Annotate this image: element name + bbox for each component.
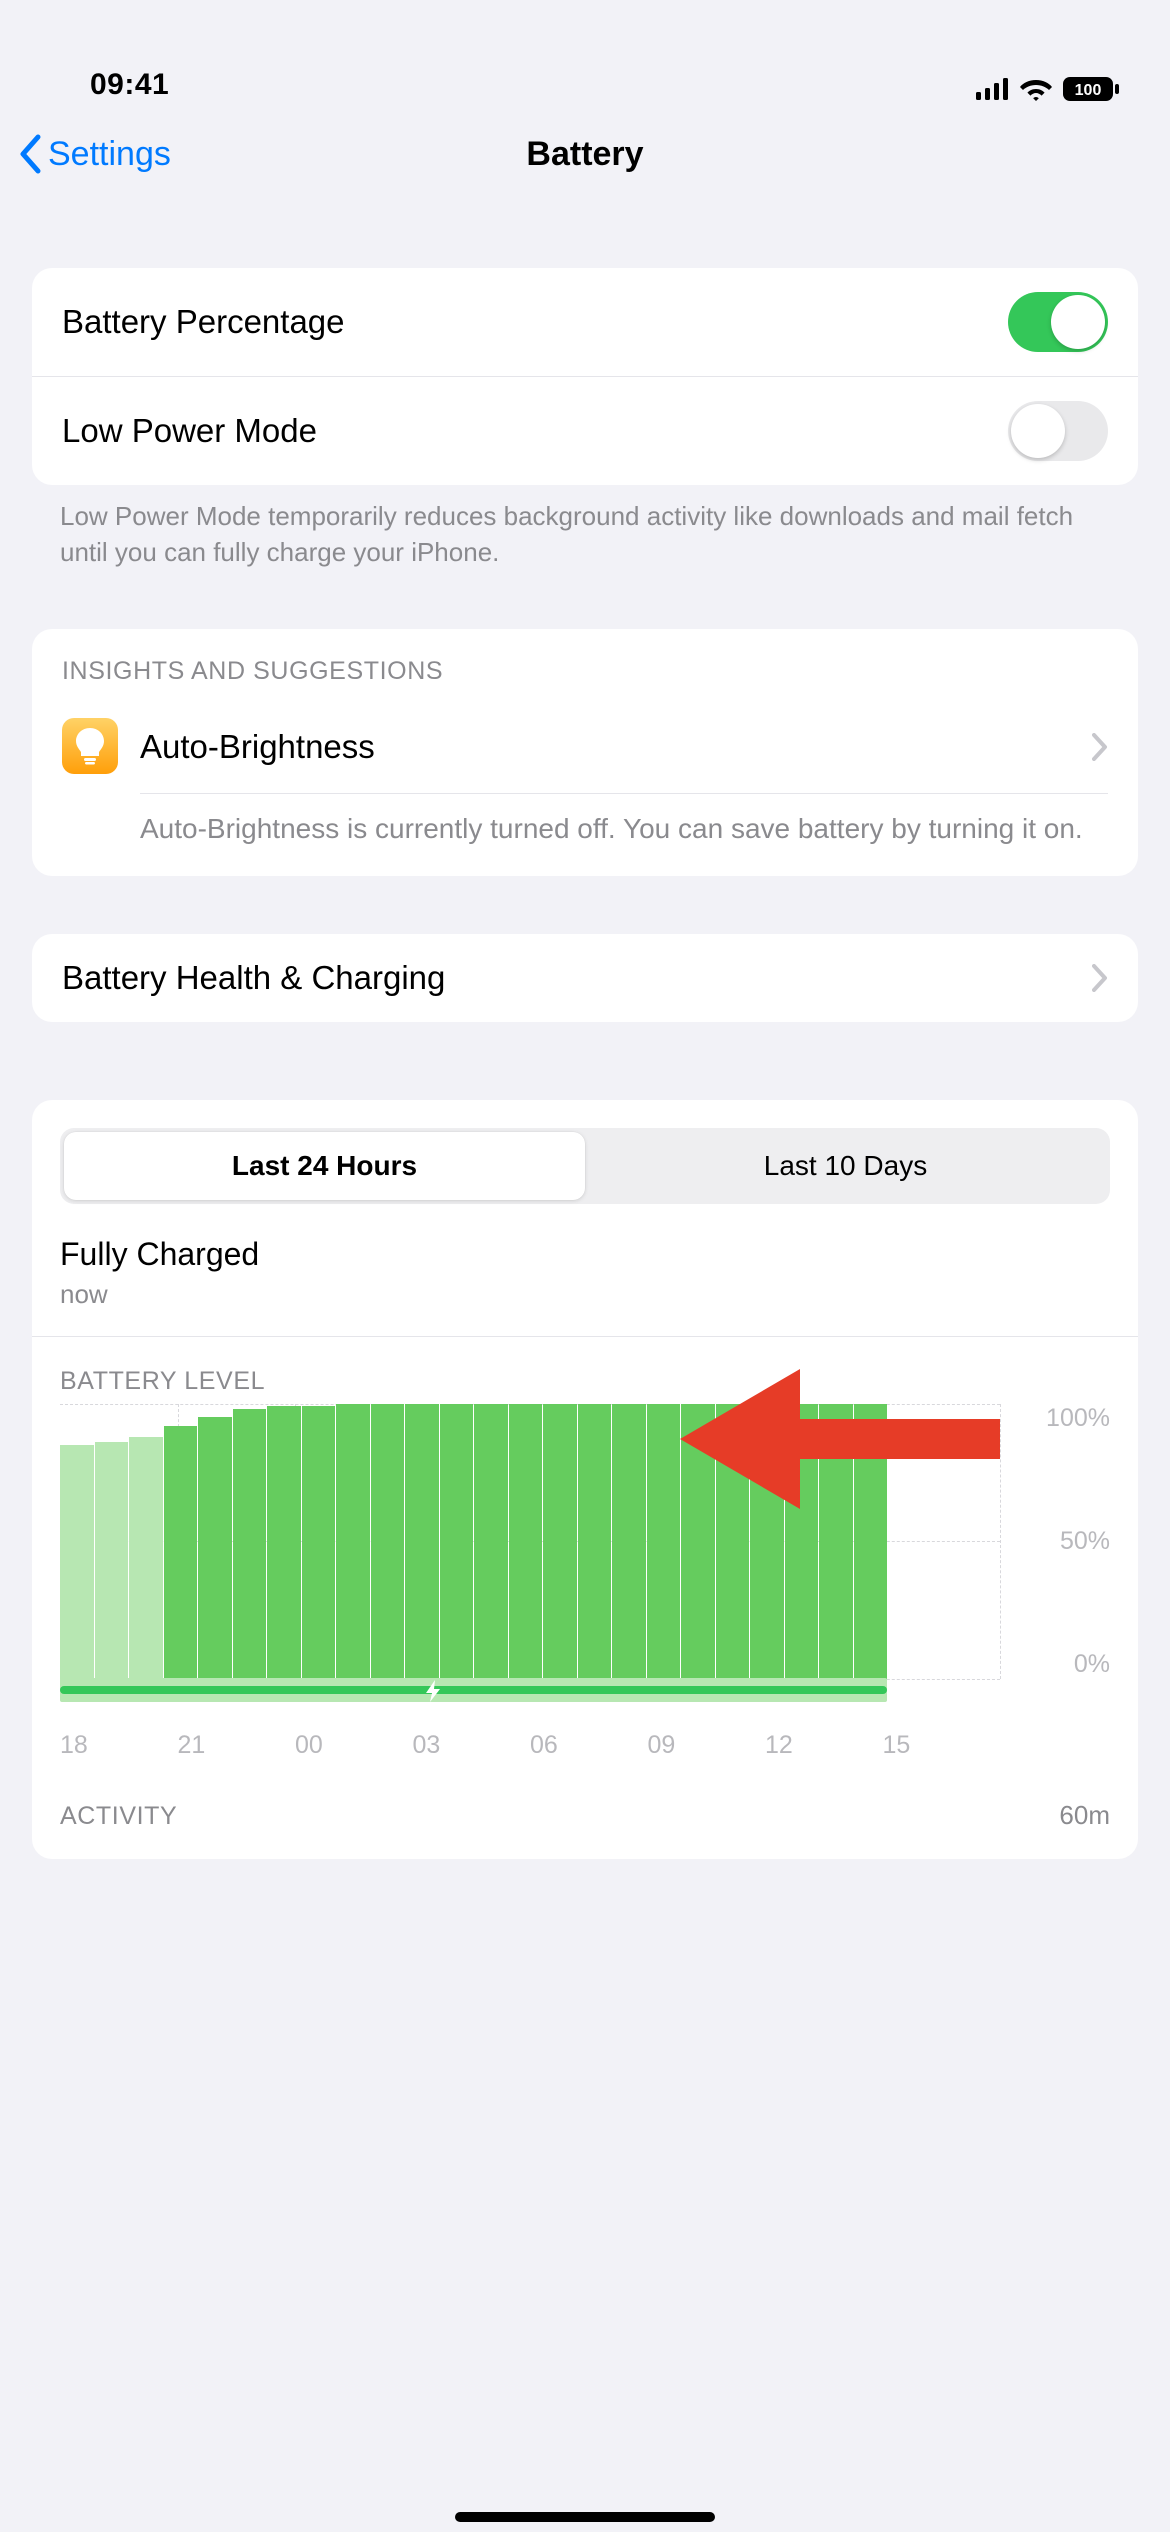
x-tick: 00 <box>295 1731 413 1760</box>
battery-level-chart: 1821000306091215 100% 50% 0% <box>60 1404 1110 1714</box>
battery-level-label: BATTERY LEVEL <box>60 1367 1110 1396</box>
auto-brightness-desc: Auto-Brightness is currently turned off.… <box>140 793 1108 876</box>
chart-bar <box>681 1404 715 1679</box>
x-tick: 15 <box>883 1731 1001 1760</box>
back-label: Settings <box>48 135 171 174</box>
home-indicator <box>455 2512 715 2522</box>
chart-bar <box>785 1404 819 1679</box>
chart-bar <box>819 1404 853 1679</box>
low-power-mode-label: Low Power Mode <box>62 412 1008 450</box>
tab-last-24h[interactable]: Last 24 Hours <box>64 1132 585 1200</box>
lightbulb-icon <box>62 718 118 774</box>
chart-bar <box>95 1442 129 1679</box>
chart-bar <box>716 1404 750 1679</box>
chart-bar <box>474 1404 508 1679</box>
back-button[interactable]: Settings <box>18 134 171 174</box>
x-tick: 12 <box>765 1731 883 1760</box>
battery-percentage-row[interactable]: Battery Percentage <box>32 268 1138 376</box>
chart-bar <box>60 1445 94 1679</box>
chart-bar <box>543 1404 577 1679</box>
chart-bar <box>750 1404 784 1679</box>
x-tick: 09 <box>648 1731 766 1760</box>
ylabel-50: 50% <box>1060 1527 1110 1556</box>
chart-bar <box>509 1404 543 1679</box>
low-power-mode-toggle[interactable] <box>1008 401 1108 461</box>
page-title: Battery <box>0 135 1170 174</box>
charging-strip <box>60 1678 887 1702</box>
divider <box>32 1336 1138 1337</box>
wifi-icon <box>1020 77 1052 101</box>
chevron-right-icon <box>1092 733 1108 761</box>
status-bar: 09:41 100 <box>0 0 1170 110</box>
x-tick: 06 <box>530 1731 648 1760</box>
battery-health-group: Battery Health & Charging <box>32 934 1138 1022</box>
low-power-mode-row[interactable]: Low Power Mode <box>32 376 1138 485</box>
chart-bar <box>164 1426 198 1679</box>
auto-brightness-title: Auto-Brightness <box>140 728 1092 766</box>
charge-status-sub: now <box>60 1279 1110 1310</box>
chart-bar <box>198 1417 232 1678</box>
cellular-icon <box>976 78 1010 100</box>
status-icons: 100 <box>976 76 1120 102</box>
chart-bar <box>371 1404 405 1679</box>
chart-bar <box>612 1404 646 1679</box>
nav-bar: Settings Battery <box>0 110 1170 198</box>
time-range-segmented[interactable]: Last 24 Hours Last 10 Days <box>60 1128 1110 1204</box>
insights-header: Insights and Suggestions <box>32 629 1138 696</box>
chart-bar <box>302 1406 336 1678</box>
tab-last-10d[interactable]: Last 10 Days <box>585 1132 1106 1200</box>
chart-bar <box>405 1404 439 1679</box>
usage-card: Last 24 Hours Last 10 Days Fully Charged… <box>32 1100 1138 1859</box>
chart-bar <box>854 1404 888 1679</box>
y-axis-labels: 100% 50% 0% <box>1000 1404 1110 1714</box>
x-tick: 21 <box>178 1731 296 1760</box>
chevron-right-icon <box>1092 964 1108 992</box>
activity-max-label: 60m <box>1059 1800 1110 1831</box>
status-time: 09:41 <box>50 68 169 102</box>
ylabel-0: 0% <box>1074 1650 1110 1679</box>
chevron-left-icon <box>18 134 42 174</box>
battery-percentage-label: Battery Percentage <box>62 303 1008 341</box>
chart-bar <box>233 1409 267 1679</box>
charge-status-title: Fully Charged <box>60 1236 1110 1273</box>
bolt-icon <box>424 1680 444 1702</box>
chart-bar <box>440 1404 474 1679</box>
chart-bar <box>336 1404 370 1679</box>
ylabel-100: 100% <box>1046 1404 1110 1433</box>
battery-health-label: Battery Health & Charging <box>62 959 1092 997</box>
battery-health-row[interactable]: Battery Health & Charging <box>32 934 1138 1022</box>
x-tick: 03 <box>413 1731 531 1760</box>
low-power-mode-footer: Low Power Mode temporarily reduces backg… <box>60 499 1110 571</box>
x-tick: 18 <box>60 1731 178 1760</box>
chart-bar <box>647 1404 681 1679</box>
chart-bar <box>267 1406 301 1678</box>
activity-label: ACTIVITY <box>60 1802 177 1831</box>
battery-percentage-toggle[interactable] <box>1008 292 1108 352</box>
svg-text:100: 100 <box>1075 82 1102 99</box>
power-settings-group: Battery Percentage Low Power Mode <box>32 268 1138 485</box>
battery-icon: 100 <box>1062 76 1120 102</box>
chart-bar <box>129 1437 163 1679</box>
chart-bar <box>578 1404 612 1679</box>
auto-brightness-row[interactable]: Auto-Brightness Auto-Brightness is curre… <box>32 696 1138 876</box>
insights-group: Insights and Suggestions Auto-Brightness… <box>32 629 1138 876</box>
